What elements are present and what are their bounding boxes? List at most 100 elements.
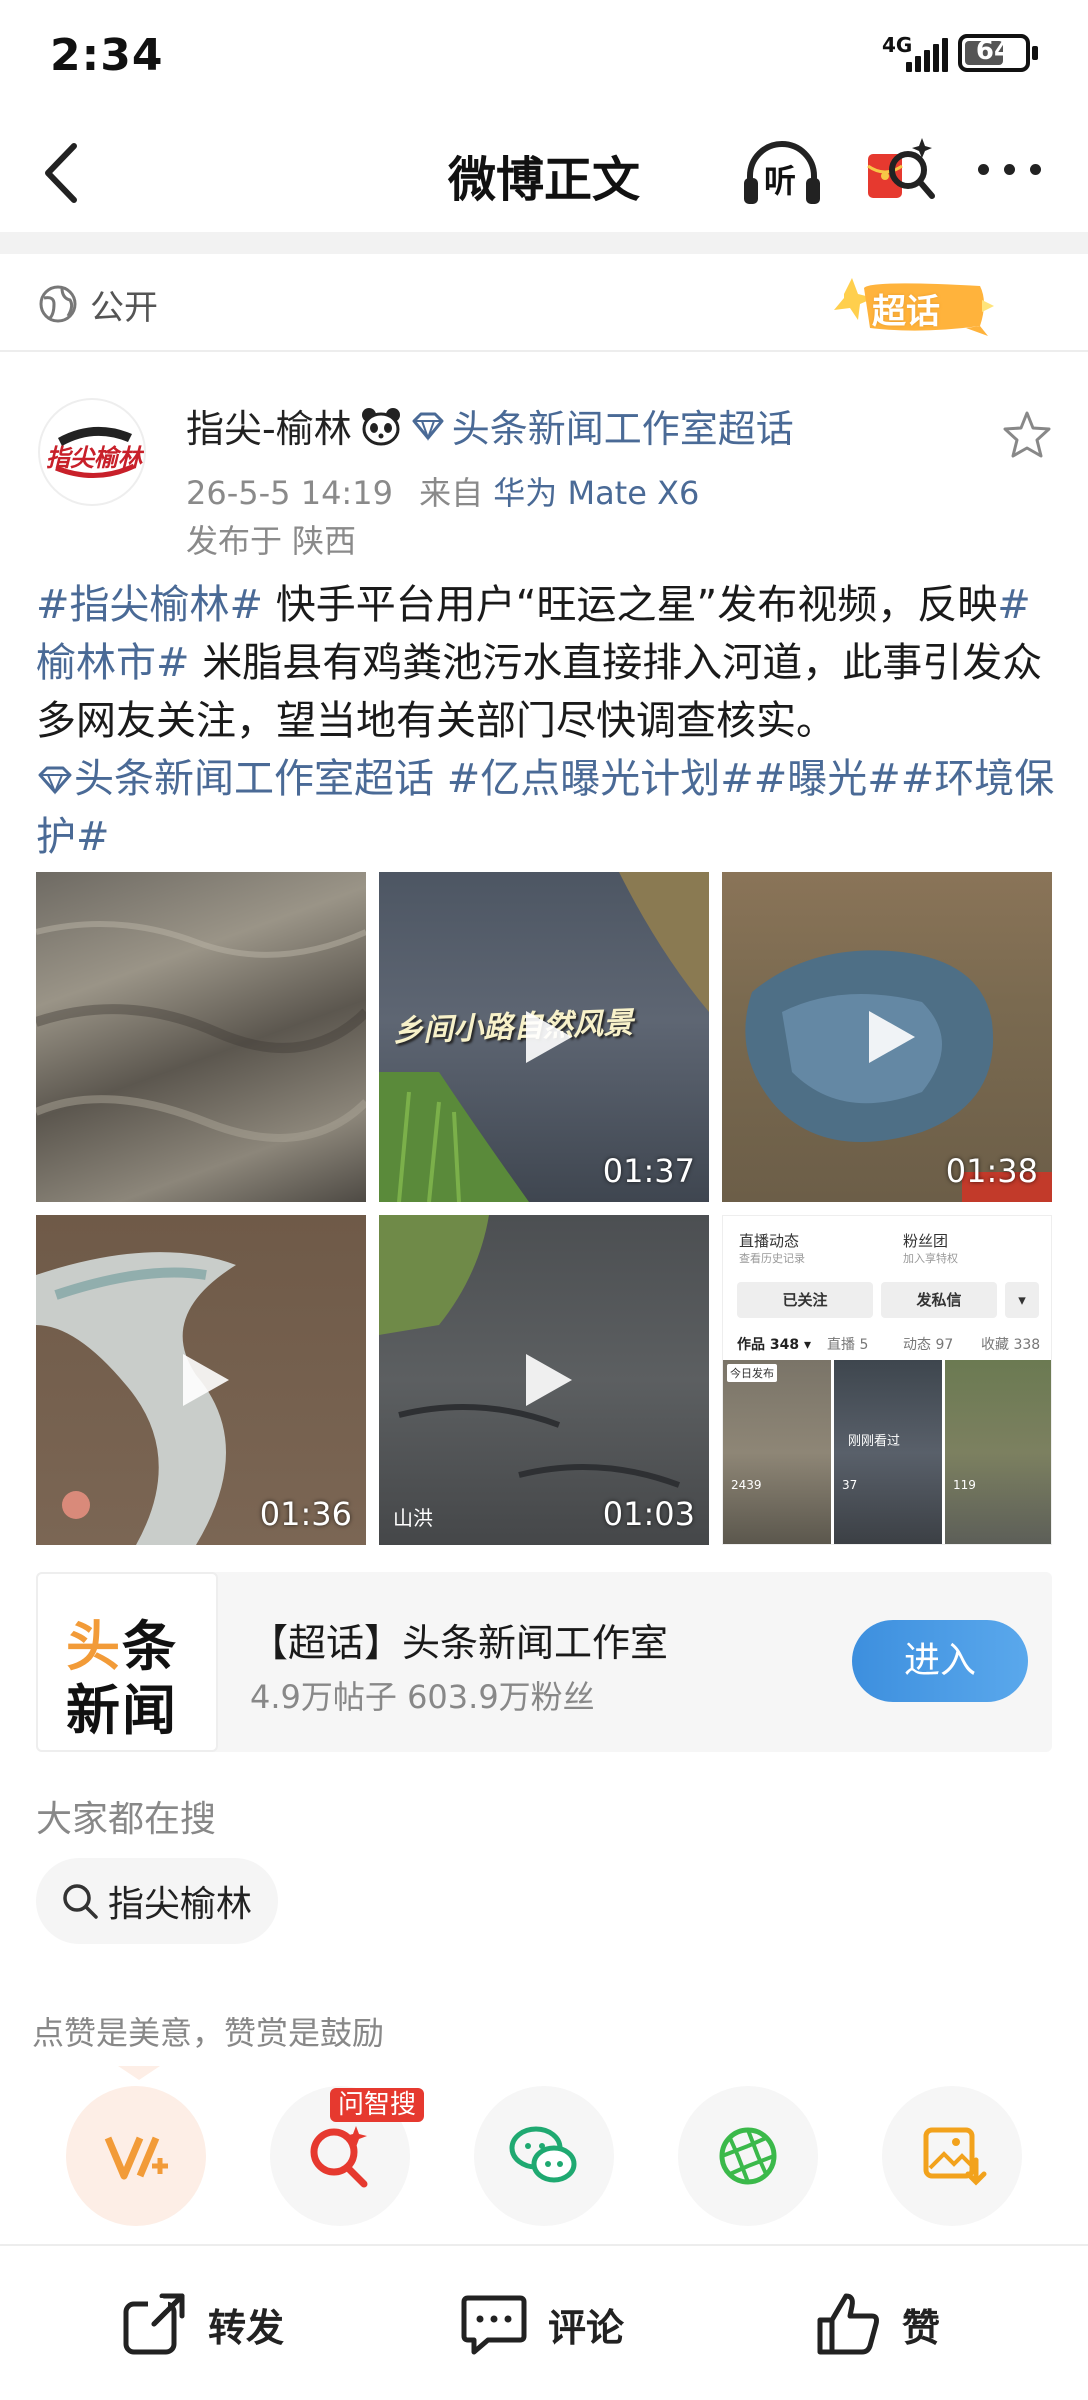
thumbs-up-icon [817,2293,879,2355]
post-source[interactable]: 华为 Mate X6 [493,474,699,512]
favorite-button[interactable] [1000,408,1054,462]
like-button[interactable]: 赞 [812,2286,940,2362]
listen-label: 听 [764,162,797,200]
supertopic-title: 【超话】头条新闻工作室 [250,1621,669,1665]
share-row [0,2086,1088,2226]
enter-button[interactable]: 进入 [852,1620,1028,1702]
image-tile[interactable] [36,872,366,1202]
repost-icon [123,2293,185,2355]
post-text: 快手平台用户“旺运之星”发布视频，反映 [263,582,998,628]
screenshot-message-button: 发私信 [881,1282,997,1318]
more-button[interactable] [972,152,1052,192]
supertopic-link[interactable]: 头条新闻工作室超话 [74,756,434,802]
play-icon [526,1354,572,1406]
image-tile[interactable]: 直播动态 查看历史记录 粉丝团 加入享特权 已关注 发私信 ▾ 作品 348 ▾… [722,1215,1052,1545]
supertopic-thumbnail: 头条 新闻 [36,1572,218,1752]
screenshot-today-badge: 今日发布 [727,1364,777,1382]
video-duration: 01:38 [945,1152,1038,1190]
more-dot-icon [1030,164,1041,175]
avatar-logo-text: 指尖榆林 [46,444,142,472]
hashtag-link[interactable]: #指尖榆林# [36,582,263,628]
screenshot-likes: 37 [842,1478,858,1492]
supertopic-stats: 4.9万帖子 603.9万粉丝 [250,1678,595,1716]
screenshot-favorites-tab: 收藏 338 [981,1337,1041,1353]
author-row: 指尖榆林 指尖-榆林 头条新闻工作室超话 26-5-5 14:19 来自 华为 … [0,352,1088,562]
reward-text: 点赞是美意，赞赏是鼓励 [32,2014,385,2052]
video-tile[interactable]: 01:38 [722,872,1052,1202]
globe-icon [39,285,77,323]
ai-search-icon [310,2126,368,2188]
search-icon [63,1884,98,1919]
search-chip-label: 指尖榆林 [108,1884,253,1925]
ai-search-badge: 问智搜 [330,2088,425,2122]
signal-icon [906,38,948,72]
video-caption: 乡间小路自然风景 [392,1005,634,1050]
like-label: 赞 [902,2305,941,2350]
video-label: 山洪 [393,1506,433,1530]
post-meta: 26-5-5 14:19 来自 华为 Mate X6 [186,468,699,514]
video-tile[interactable]: 乡间小路自然风景 01:37 [379,872,709,1202]
battery-cap [1032,46,1038,60]
status-bar: 2:34 4G 64 [0,0,1088,112]
avatar[interactable]: 指尖榆林 [38,398,146,506]
screenshot-fans-sub: 加入享特权 [903,1252,958,1265]
play-icon [869,1011,915,1063]
search-chip[interactable]: 指尖榆林 [36,1858,279,1944]
red-packet-search-button[interactable] [860,130,940,216]
status-time: 2:34 [50,30,164,81]
author-name[interactable]: 指尖-榆林 [186,398,352,453]
repost-label: 转发 [208,2305,285,2350]
media-grid: 乡间小路自然风景 01:37 01:38 01:36 山洪 01:03 直播动态… [36,872,1052,1548]
more-dot-icon [1004,164,1015,175]
supertopic-card[interactable]: 头条 新闻 【超话】头条新闻工作室 4.9万帖子 603.9万粉丝 进入 [36,1572,1052,1752]
panda-icon [361,407,400,445]
author-line: 指尖-榆林 头条新闻工作室超话 [186,398,794,453]
post-location: 发布于 陕西 [186,522,357,560]
water-surface-texture [36,921,366,1142]
post-body: #指尖榆林# 快手平台用户“旺运之星”发布视频，反映#榆林市# 米脂县有鸡粪池污… [36,576,1056,866]
visibility-label: 公开 [90,288,158,328]
more-dot-icon [978,164,989,175]
chaohua-badge-label: 超话 [872,292,940,332]
moments-icon [719,2127,777,2185]
video-tile[interactable]: 01:36 [36,1215,366,1545]
screenshot-likes: 2439 [731,1478,762,1492]
section-divider [0,232,1088,254]
battery-level: 64 [975,36,1013,66]
video-tile[interactable]: 山洪 01:03 [379,1215,709,1545]
screenshot-likes: 119 [953,1478,976,1492]
chaohua-badge[interactable]: 超话 [830,272,1000,342]
listen-button[interactable]: 听 [740,136,824,212]
screenshot-thumb: 119 [945,1360,1051,1544]
play-icon [526,1011,572,1063]
diamond-icon [412,412,444,441]
screenshot-just-watched: 刚刚看过 [848,1434,901,1449]
comment-button[interactable]: 评论 [458,2286,624,2362]
star-icon [1003,411,1051,458]
bottom-action-bar: 转发 评论 赞 [0,2244,1088,2400]
comment-label: 评论 [548,2305,625,2350]
screenshot-thumb: 刚刚看过 37 [834,1360,942,1544]
screenshot-dropdown-icon: ▾ [1005,1282,1039,1318]
repost-button[interactable]: 转发 [118,2286,284,2362]
battery-icon: 64 [958,34,1030,72]
screenshot-followed-button: 已关注 [737,1282,873,1318]
vplus-icon [104,2136,168,2180]
video-duration: 01:03 [602,1495,695,1533]
save-image-button[interactable] [882,2086,1022,2226]
source-prefix: 来自 [419,474,484,512]
pointer-triangle-icon [118,2066,160,2080]
wechat-share-button[interactable] [474,2086,614,2226]
visibility-row: 公开 超话 [0,254,1088,352]
vplus-reward-button[interactable] [66,2086,206,2226]
video-duration: 01:36 [259,1495,352,1533]
save-image-icon [923,2127,987,2186]
diamond-icon [38,766,72,795]
post-timestamp: 26-5-5 14:19 [186,474,393,512]
supertopic-link[interactable]: 头条新闻工作室超话 [452,398,794,453]
comment-icon [461,2295,527,2355]
moments-share-button[interactable] [678,2086,818,2226]
screenshot-thumb: 今日发布 2439 [723,1360,831,1544]
screenshot-fans-tab: 粉丝团 [903,1232,949,1250]
play-icon [183,1354,229,1406]
